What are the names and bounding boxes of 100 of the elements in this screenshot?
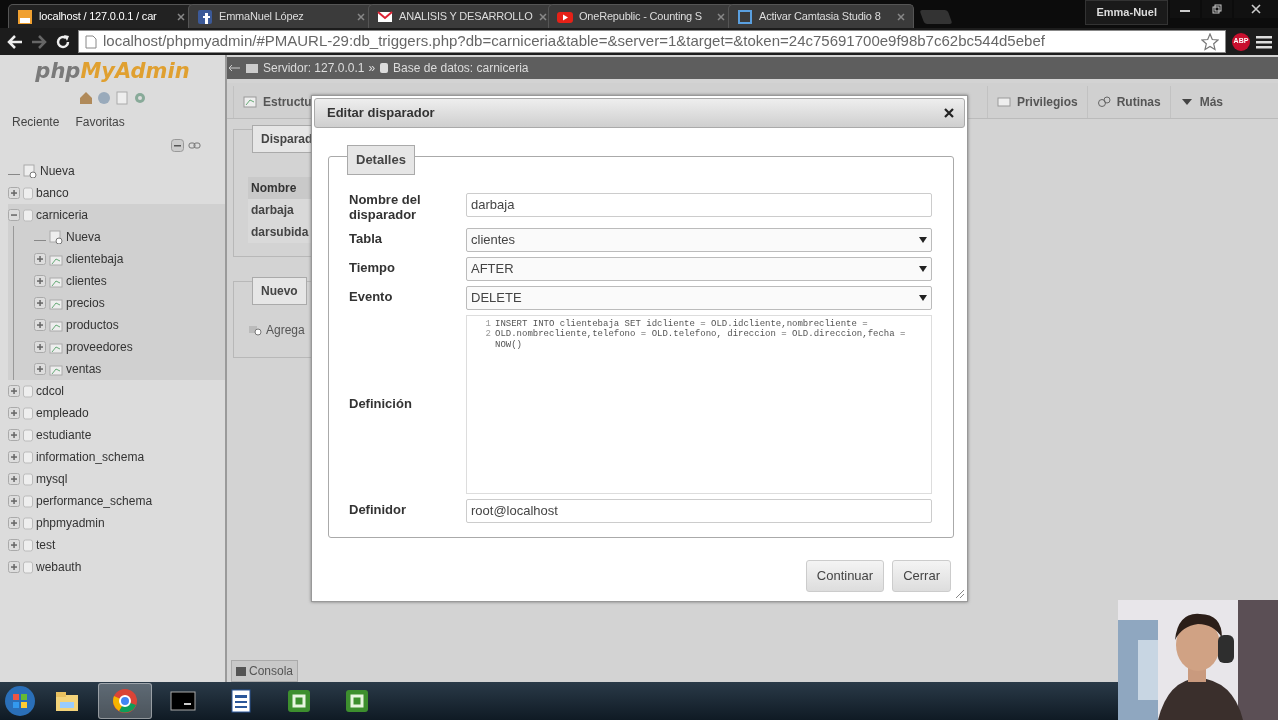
table-icon [49,318,63,332]
panel-legend: Nuevo [252,277,307,305]
console-tab[interactable]: Consola [231,660,299,682]
forward-icon[interactable] [30,32,48,51]
expand-icon[interactable] [34,363,46,376]
tree-item[interactable]: estudiante [36,426,92,445]
select-field[interactable]: DELETE [466,285,932,310]
breadcrumb-link[interactable]: Base de datos: carniceria [393,59,529,77]
expand-icon[interactable] [8,539,20,552]
select-field[interactable]: clientes [466,227,932,252]
square-icon [343,687,371,715]
dialog-button[interactable]: Continuar [805,560,885,592]
database-icon [23,516,33,530]
expand-icon[interactable] [34,319,46,332]
database-icon [23,472,33,486]
tab[interactable]: Rutinas [1086,86,1170,118]
expand-icon[interactable] [8,473,20,486]
select-field[interactable]: AFTER [466,256,932,281]
tree-item[interactable]: mysql [36,470,68,489]
collapse-arrow-icon[interactable] [227,63,241,73]
expand-icon[interactable] [8,561,20,574]
expand-icon[interactable] [34,275,46,288]
caret-icon [919,294,927,301]
sidebar-link[interactable]: Reciente [8,113,64,132]
tree-item[interactable]: phpmyadmin [36,514,105,533]
tree-item[interactable]: information_schema [36,448,145,467]
database-icon [379,62,390,74]
field-label: Nombre del disparador [349,193,422,223]
tree-item[interactable]: precios [66,294,105,313]
maximize-button[interactable] [1202,0,1232,18]
collapse-icon[interactable] [171,139,184,153]
code-line: INSERT INTO clientebaja SET idcliente = OLD.idcliente,nombrecliente = [495,318,868,329]
tab[interactable]: Privilegios [986,86,1087,118]
close-icon [1251,4,1261,14]
console-icon [236,666,246,676]
input-field[interactable]: root@localhost [466,498,932,523]
maximize-icon [1212,4,1222,14]
expand-icon[interactable] [8,385,20,398]
input-field[interactable]: darbaja [466,193,932,217]
field-label: Tiempo [349,259,396,278]
code-editor[interactable]: 1 INSERT INTO clientebaja SET idcliente = OLD.idcliente,nombrecliente = 2 OLD.nombrecliente,telefono = OLD.telefono, direccion = OLD.direccion,fecha = NOW() [466,314,932,494]
database-icon [23,560,33,574]
tree-item[interactable]: test [36,536,56,555]
caret-icon [919,265,927,272]
address-bar[interactable]: localhost/phpmyadmin/#PMAURL-29:db_triggers.php?db=carniceria&table=&server=1&target=&token=24c75691700e9f98b7c62bc544d5ebef [78,30,1226,53]
tree-item[interactable]: productos [66,316,119,335]
field-label: Evento [349,288,394,307]
tree-item[interactable]: empleado [36,404,89,423]
tree-item[interactable]: Nueva [66,228,101,247]
star-icon[interactable] [1201,32,1219,51]
add-link[interactable]: Agrega [266,321,305,339]
expand-icon[interactable] [34,297,46,310]
tree-item[interactable]: webauth [36,558,82,577]
tab[interactable]: Más [1169,86,1232,118]
close-button[interactable] [1234,0,1278,18]
expand-icon[interactable] [8,187,20,200]
tree-item[interactable]: cdcol [36,382,64,401]
reload-icon[interactable] [54,32,72,51]
breadcrumb-link[interactable]: Servidor: 127.0.0.1 [263,59,365,77]
dialog-button[interactable]: Cerrar [892,560,951,592]
tree-item[interactable]: clientebaja [66,250,124,269]
expand-icon[interactable] [34,341,46,354]
database-icon [23,428,33,442]
tree-item[interactable]: proveedores [66,338,133,357]
tree-item[interactable]: clientes [66,272,107,291]
sidebar-link[interactable]: Favoritas [71,113,129,132]
field-label: Definidor [349,501,408,520]
server-icon [245,62,259,74]
table-icon [49,296,63,310]
tree-item[interactable]: Nueva [40,162,75,181]
expand-icon[interactable] [8,451,20,464]
browser-tab[interactable]: Activar Camtasia Studio 8 [728,4,914,28]
tree-item[interactable]: banco [36,184,69,203]
field-label: Tabla [349,230,383,249]
tree-item[interactable]: ventas [66,360,102,379]
close-icon[interactable] [944,108,954,118]
start-icon[interactable] [4,685,36,717]
expand-icon[interactable] [34,253,46,266]
line-number: 2 [484,329,492,342]
dialog-title: Editar disparador [327,104,435,123]
collapse-icon[interactable] [8,209,20,222]
page-icon [17,8,33,25]
expand-icon[interactable] [8,429,20,442]
tree-item[interactable]: performance_schema [36,492,153,511]
database-icon [23,406,33,420]
expand-icon[interactable] [8,517,20,530]
database-icon [23,208,33,222]
expand-icon[interactable] [8,495,20,508]
taskbar-button[interactable] [98,683,152,719]
resize-grip-icon[interactable] [955,589,965,599]
back-icon[interactable] [6,32,24,51]
user-button[interactable]: Emma-Nuel [1085,0,1168,25]
expand-icon[interactable] [8,407,20,420]
new-icon [49,230,63,245]
table-icon [243,95,257,109]
home-icon[interactable] [78,91,93,106]
minimize-button[interactable] [1170,0,1200,18]
table-icon [49,340,63,354]
menu-icon[interactable] [1256,33,1272,50]
tree-item[interactable]: carniceria [36,206,89,225]
